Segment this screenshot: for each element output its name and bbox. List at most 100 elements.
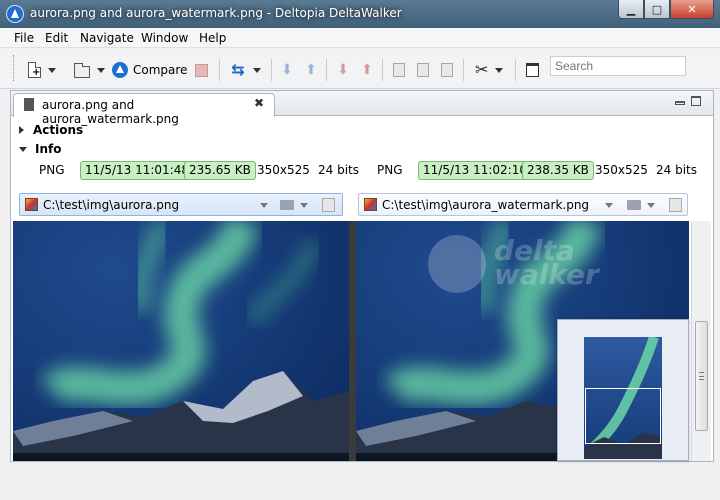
copy-to-right-button[interactable] [393,60,405,80]
menu-bar: File Edit Navigate Window Help [0,28,720,48]
compare-button[interactable]: Compare [112,60,187,80]
browse-folder-icon[interactable] [280,200,294,210]
chevron-down-icon[interactable] [260,203,268,208]
deltawalker-watermark: delta walker [428,231,628,301]
chevron-down-icon[interactable] [97,67,105,73]
chevron-down-icon[interactable] [605,203,613,208]
watermark-text: delta walker [494,237,599,291]
copy-to-left-button[interactable] [441,60,453,80]
previous-conflict-button[interactable]: ⬆ [360,60,374,80]
chevron-down-icon[interactable] [647,203,655,208]
swap-sides-button[interactable]: ⇆ [230,60,261,80]
menu-file[interactable]: File [14,31,34,45]
navigator-viewport-frame[interactable] [585,388,661,444]
info-section-toggle[interactable]: Info [19,142,61,156]
left-file-path-combo[interactable]: C:\test\img\aurora.png [19,193,343,216]
window-controls: ▁ □ ✕ [618,0,714,20]
merge-all-icon [417,63,429,77]
browse-folder-icon[interactable] [627,200,641,210]
minimize-button[interactable]: ▁ [618,0,644,19]
search-input[interactable] [550,56,686,76]
pane-divider[interactable] [349,221,356,461]
merge-right-icon [393,63,405,77]
save-icon[interactable] [669,198,682,212]
chevron-down-icon[interactable] [253,67,261,73]
chevron-down-icon[interactable] [300,203,308,208]
minimize-icon: ▁ [626,2,636,16]
save-icon[interactable] [322,198,335,212]
info-row: PNG 11/5/13 11:01:48 235.65 KB 350x525 2… [11,161,715,181]
new-comparison-button[interactable]: + [28,60,56,80]
copy-all-button[interactable] [417,60,429,80]
tools-icon: ✂ [475,60,489,79]
layout-icon [526,63,539,77]
left-depth: 24 bits [318,163,359,177]
image-file-icon [25,198,38,211]
document-icon [24,98,34,111]
right-file-path: C:\test\img\aurora_watermark.png [382,198,590,212]
deltawalker-logo-icon [6,5,24,23]
next-conflict-button[interactable]: ⬇ [336,60,350,80]
menu-navigate[interactable]: Navigate [80,31,134,45]
left-size-badge: 235.65 KB [184,161,256,180]
vertical-scrollbar[interactable] [691,221,711,461]
window-title: aurora.png and aurora_watermark.png - De… [30,6,402,20]
maximize-button[interactable]: □ [644,0,670,19]
watermark-line-2: walker [494,258,599,291]
stop-icon [195,63,208,77]
tab-label: aurora.png and aurora_watermark.png [42,98,179,126]
right-format: PNG [377,163,403,177]
mountain-silhouette [13,371,349,461]
toolbar-separator [463,59,464,81]
watermark-logo-icon [428,235,486,293]
image-file-icon [364,198,377,211]
tab-comparison[interactable]: aurora.png and aurora_watermark.png ✖ [13,93,275,126]
arrow-up-icon: ⬆ [305,62,317,78]
menu-help[interactable]: Help [199,31,226,45]
window-titlebar[interactable]: aurora.png and aurora_watermark.png - De… [0,0,720,28]
toolbar-separator [326,59,327,81]
arrow-down-icon: ⬇ [337,62,349,78]
close-tab-icon[interactable]: ✖ [254,96,264,110]
toolbar-separator [515,59,516,81]
close-button[interactable]: ✕ [670,0,714,19]
new-folder-comparison-button[interactable] [74,60,105,80]
arrow-up-icon: ⬆ [361,62,373,78]
previous-difference-button[interactable]: ⬆ [304,60,318,80]
maximize-view-icon[interactable] [691,96,701,106]
toolbar-grip[interactable] [13,55,15,81]
stop-button[interactable] [195,60,208,80]
layout-button[interactable] [526,60,539,80]
comparison-editor: aurora.png and aurora_watermark.png ✖ Ac… [10,90,714,462]
maximize-icon: □ [651,2,663,16]
chevron-right-icon [19,126,24,134]
merge-left-icon [441,63,453,77]
tools-button[interactable]: ✂ [475,60,504,80]
compare-icon [112,62,128,78]
new-file-icon: + [28,62,41,78]
toolbar-separator [271,59,272,81]
chevron-down-icon[interactable] [495,67,504,73]
scrollbar-grip-icon [699,372,704,380]
left-file-path: C:\test\img\aurora.png [43,198,180,212]
right-size-badge: 238.35 KB [522,161,594,180]
image-navigator[interactable] [557,319,689,461]
next-difference-button[interactable]: ⬇ [280,60,294,80]
tab-strip: aurora.png and aurora_watermark.png ✖ [11,91,713,126]
right-modified-badge: 11/5/13 11:02:10 [418,161,532,180]
left-format: PNG [39,163,65,177]
chevron-down-icon[interactable] [48,67,56,73]
menu-edit[interactable]: Edit [45,31,68,45]
left-dimensions: 350x525 [257,163,310,177]
menu-window[interactable]: Window [141,31,188,45]
folder-icon [74,62,90,78]
toolbar-separator [382,59,383,81]
left-image-pane[interactable] [13,221,349,461]
scrollbar-thumb[interactable] [695,321,708,431]
arrow-down-icon: ⬇ [281,62,293,78]
minimize-view-icon[interactable] [675,101,685,105]
right-depth: 24 bits [656,163,697,177]
toolbar-separator [219,59,220,81]
right-file-path-combo[interactable]: C:\test\img\aurora_watermark.png [358,193,688,216]
actions-section-toggle[interactable]: Actions [19,123,83,137]
